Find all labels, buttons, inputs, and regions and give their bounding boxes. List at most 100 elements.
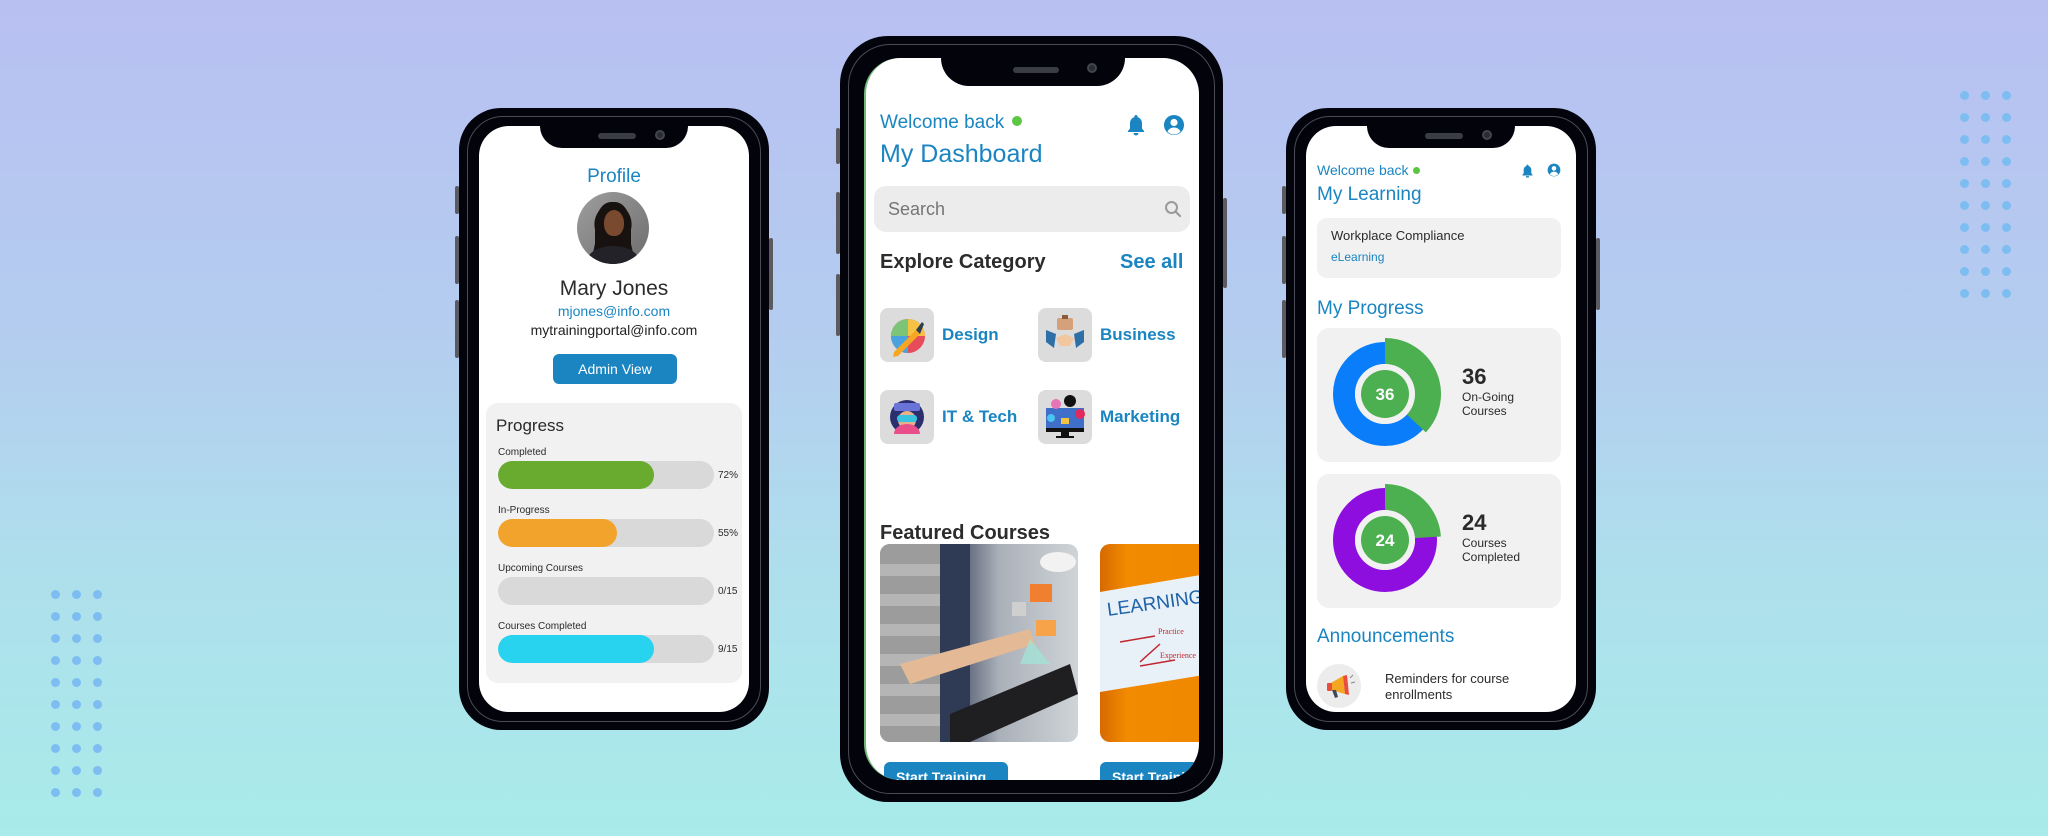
stat-caption: On-Going Courses bbox=[1462, 390, 1515, 418]
phone-notch bbox=[940, 58, 1125, 86]
decorative-dot bbox=[1981, 135, 1990, 144]
online-status-dot bbox=[1012, 115, 1023, 126]
current-course-card[interactable]: Workplace Compliance eLearning bbox=[1317, 218, 1561, 278]
decorative-dot bbox=[72, 590, 81, 599]
svg-text:Experience: Experience bbox=[1160, 651, 1196, 660]
decorative-dot bbox=[1981, 223, 1990, 232]
progress-fill bbox=[498, 461, 654, 489]
user-account-icon[interactable] bbox=[1547, 163, 1561, 177]
decorative-dot bbox=[51, 590, 60, 599]
progress-label: Upcoming Courses bbox=[498, 563, 584, 574]
decorative-dot bbox=[93, 700, 102, 709]
progress-label: In-Progress bbox=[498, 505, 550, 516]
admin-view-button[interactable]: Admin View bbox=[553, 354, 677, 384]
welcome-label: Welcome back bbox=[880, 112, 1005, 133]
completed-donut-chart: 24 bbox=[1333, 484, 1441, 592]
learning-whiteboard-image[interactable]: LEARNING Practice Experience bbox=[1100, 544, 1199, 742]
decorative-dot bbox=[1960, 223, 1969, 232]
bell-icon[interactable] bbox=[1126, 114, 1146, 136]
user-email-link[interactable]: mjones@info.com bbox=[479, 303, 749, 319]
decorative-dot bbox=[72, 722, 81, 731]
decorative-dot bbox=[1981, 113, 1990, 122]
announcement-item[interactable]: Reminders for course enrollments bbox=[1385, 671, 1555, 703]
decorative-dot bbox=[2002, 289, 2011, 298]
dashboard-screen: Welcome back My Dashboard Explore Catego… bbox=[864, 58, 1199, 780]
featured-courses-heading: Featured Courses bbox=[880, 522, 1051, 544]
pen-palette-icon bbox=[880, 308, 934, 362]
category-business[interactable]: Business bbox=[1038, 308, 1176, 362]
phone-notch bbox=[540, 126, 688, 148]
user-account-icon[interactable] bbox=[1163, 114, 1185, 136]
decorative-dot bbox=[51, 700, 60, 709]
stat-value: 24 bbox=[1462, 510, 1487, 535]
decorative-dot bbox=[1981, 179, 1990, 188]
vr-headset-icon bbox=[880, 390, 934, 444]
decorative-dot bbox=[93, 788, 102, 797]
start-training-button[interactable]: Start Training bbox=[1100, 762, 1199, 780]
decorative-dot-grid-left bbox=[51, 590, 102, 797]
decorative-dot bbox=[2002, 135, 2011, 144]
progress-item: Courses Completed 9/15 bbox=[498, 621, 740, 663]
phone-side-button bbox=[836, 128, 840, 164]
phone-side-button bbox=[455, 236, 459, 284]
decorative-dot bbox=[1960, 135, 1969, 144]
category-design[interactable]: Design bbox=[880, 308, 999, 362]
progress-track bbox=[498, 519, 714, 547]
decorative-dot bbox=[2002, 157, 2011, 166]
progress-fill bbox=[498, 519, 617, 547]
decorative-dot bbox=[93, 722, 102, 731]
decorative-dot bbox=[1960, 113, 1969, 122]
course-type: eLearning bbox=[1331, 250, 1385, 264]
decorative-dot bbox=[51, 612, 60, 621]
avatar bbox=[577, 192, 649, 264]
decorative-dot bbox=[1960, 267, 1969, 276]
ongoing-courses-card: 36 36 On-Going Courses bbox=[1317, 328, 1561, 462]
decorative-dot bbox=[72, 678, 81, 687]
decorative-dot bbox=[1960, 179, 1969, 188]
progress-label: Courses Completed bbox=[498, 621, 587, 632]
progress-title: Progress bbox=[496, 416, 565, 435]
decorative-dot bbox=[93, 634, 102, 643]
decorative-dot bbox=[51, 634, 60, 643]
progress-track bbox=[498, 635, 714, 663]
learning-phone-mockup: Welcome back My Learning Workplace Compl… bbox=[1282, 108, 1600, 730]
megaphone-icon bbox=[1317, 664, 1361, 708]
page-title: My Learning bbox=[1317, 184, 1422, 205]
decorative-dot bbox=[2002, 201, 2011, 210]
stat-caption: Courses Completed bbox=[1462, 536, 1521, 564]
category-label: Business bbox=[1100, 325, 1176, 344]
start-training-button[interactable]: Start Training bbox=[884, 762, 1008, 780]
decorative-dot bbox=[51, 766, 60, 775]
decorative-dot bbox=[72, 766, 81, 775]
decorative-dot bbox=[2002, 113, 2011, 122]
phone-side-button bbox=[1282, 236, 1286, 284]
stat-value: 36 bbox=[1462, 364, 1487, 389]
phone-side-button bbox=[836, 192, 840, 254]
decorative-dot bbox=[51, 788, 60, 797]
phone-side-button bbox=[836, 274, 840, 336]
learning-screen: Welcome back My Learning Workplace Compl… bbox=[1306, 126, 1576, 712]
decorative-dot bbox=[72, 612, 81, 621]
see-all-link[interactable]: See all bbox=[1120, 251, 1183, 274]
decorative-dot bbox=[2002, 91, 2011, 100]
search-input[interactable] bbox=[874, 186, 1190, 232]
progress-value: 0/15 bbox=[718, 586, 738, 597]
decorative-dot bbox=[2002, 223, 2011, 232]
category-marketing[interactable]: Marketing bbox=[1038, 390, 1180, 444]
handshake-icon bbox=[1038, 308, 1092, 362]
search-icon[interactable] bbox=[1164, 200, 1182, 218]
decorative-dot bbox=[1981, 245, 1990, 254]
course-title: Workplace Compliance bbox=[1331, 228, 1465, 243]
welcome-label: Welcome back bbox=[1317, 162, 1409, 178]
decorative-dot bbox=[2002, 179, 2011, 188]
profile-title: Profile bbox=[587, 166, 641, 187]
decorative-dot bbox=[2002, 267, 2011, 276]
category-it-tech[interactable]: IT & Tech bbox=[880, 390, 1017, 444]
bell-icon[interactable] bbox=[1521, 164, 1534, 178]
welcome-text: Welcome back bbox=[880, 112, 1023, 134]
tablet-cloud-image[interactable] bbox=[880, 544, 1078, 742]
progress-fill bbox=[498, 635, 654, 663]
category-label: Marketing bbox=[1100, 407, 1181, 426]
donut-center-value: 36 bbox=[1376, 385, 1395, 404]
user-name: Mary Jones bbox=[559, 277, 669, 300]
